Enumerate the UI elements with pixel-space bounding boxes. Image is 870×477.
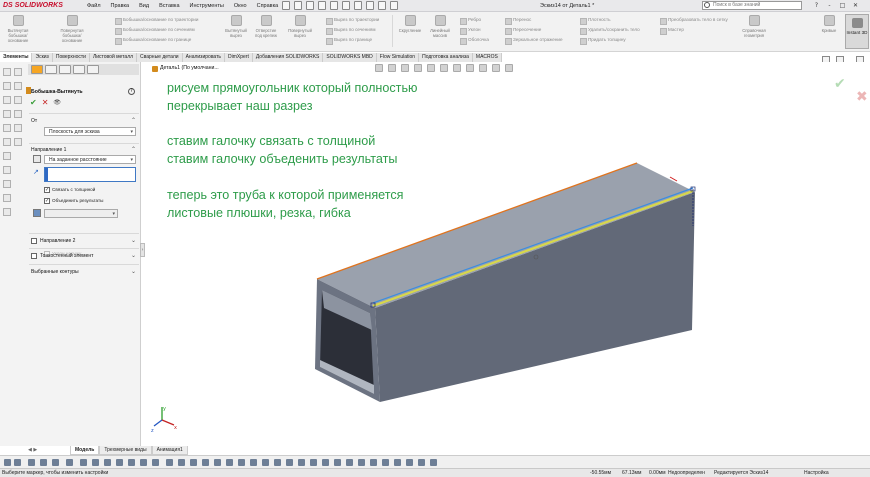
tool-icon[interactable] — [286, 459, 293, 466]
tool-icon[interactable] — [262, 459, 269, 466]
tool-icon[interactable] — [140, 459, 147, 466]
tab-3d-views[interactable]: Трехмерные виды — [99, 446, 152, 455]
tool-icon[interactable] — [382, 459, 389, 466]
status-z: 0.00мм — [649, 470, 666, 476]
tool-icon[interactable] — [250, 459, 257, 466]
tool-icon[interactable] — [430, 459, 437, 466]
tool-icon[interactable] — [28, 459, 35, 466]
tool-icon[interactable] — [406, 459, 413, 466]
triad-z-label: z — [151, 428, 154, 434]
tube-model[interactable] — [0, 0, 870, 477]
status-settings[interactable]: Настройка — [804, 469, 829, 477]
tool-icon[interactable] — [116, 459, 123, 466]
tool-icon[interactable] — [274, 459, 281, 466]
status-state: Недоопределен — [668, 470, 705, 476]
tool-icon[interactable] — [40, 459, 47, 466]
triad-y-label: y — [163, 406, 166, 412]
axis-triad-icon: y x z — [151, 406, 177, 434]
tool-icon[interactable] — [310, 459, 317, 466]
tool-icon[interactable] — [166, 459, 173, 466]
status-y: 67.13мм — [622, 470, 642, 476]
tool-icon[interactable] — [334, 459, 341, 466]
tab-animation[interactable]: Анимация1 — [151, 446, 188, 455]
tool-icon[interactable] — [322, 459, 329, 466]
tool-icon[interactable] — [394, 459, 401, 466]
tab-model[interactable]: Модель — [70, 446, 100, 455]
tool-icon[interactable] — [66, 459, 73, 466]
tool-icon[interactable] — [346, 459, 353, 466]
tab-navigation[interactable]: ◀ ▶ — [28, 447, 37, 453]
tool-icon[interactable] — [152, 459, 159, 466]
triad-x-label: x — [174, 425, 177, 431]
tool-icon[interactable] — [358, 459, 365, 466]
tool-icon[interactable] — [14, 459, 21, 466]
status-bar: Выберите маркер, чтобы изменить настройк… — [0, 468, 870, 477]
tool-icon[interactable] — [226, 459, 233, 466]
tool-icon[interactable] — [298, 459, 305, 466]
tool-icon[interactable] — [104, 459, 111, 466]
tool-icon[interactable] — [190, 459, 197, 466]
sketch-toolbar — [0, 455, 870, 468]
tool-icon[interactable] — [80, 459, 87, 466]
tool-icon[interactable] — [202, 459, 209, 466]
status-message: Выберите маркер, чтобы изменить настройк… — [2, 470, 109, 476]
filter-icon[interactable] — [4, 459, 11, 466]
tool-icon[interactable] — [178, 459, 185, 466]
tool-icon[interactable] — [238, 459, 245, 466]
status-editing: Редактируется Эскиз14 — [714, 470, 769, 476]
bottom-tabs: Модель Трехмерные виды Анимация1 — [40, 446, 188, 455]
tool-icon[interactable] — [214, 459, 221, 466]
tool-icon[interactable] — [92, 459, 99, 466]
tool-icon[interactable] — [418, 459, 425, 466]
tool-icon[interactable] — [52, 459, 59, 466]
status-x: -50.55мм — [590, 470, 612, 476]
tool-icon[interactable] — [128, 459, 135, 466]
tool-icon[interactable] — [370, 459, 377, 466]
